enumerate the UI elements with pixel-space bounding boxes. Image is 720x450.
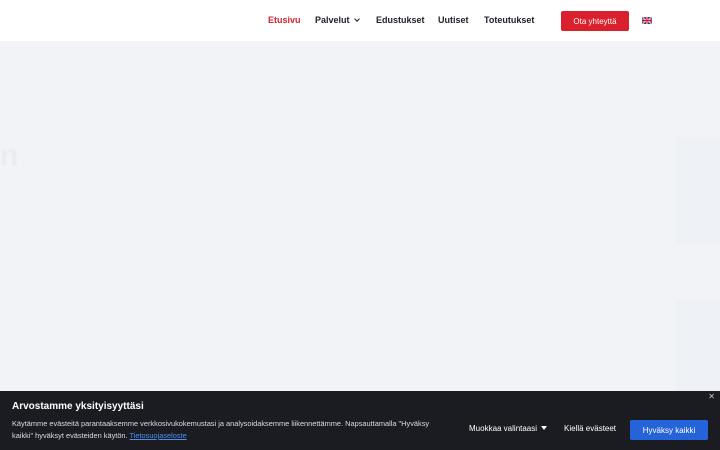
caret-down-icon	[541, 426, 548, 430]
chevron-down-icon	[353, 16, 360, 22]
site-header: Etusivu Palvelut Edustukset Uutiset Tote…	[0, 0, 720, 41]
reject-cookies-button[interactable]: Kiellä evästeet	[564, 424, 616, 433]
cookie-title: Arvostamme yksityisyyttäsi	[12, 401, 144, 412]
hero-section: n	[0, 41, 720, 407]
customize-button-label: Muokkaa valintaasi	[469, 424, 538, 433]
nav-item-etusivu[interactable]: Etusivu	[268, 14, 301, 26]
nav-item-palvelut[interactable]: Palvelut	[315, 14, 360, 26]
accept-all-button[interactable]: Hyväksy kaikki	[630, 420, 708, 440]
cookie-description: Käytämme evästeitä parantaaksemme verkko…	[12, 418, 452, 442]
cookie-description-text: Käytämme evästeitä parantaaksemme verkko…	[12, 419, 430, 440]
nav-item-toteutukset[interactable]: Toteutukset	[484, 14, 534, 26]
contact-button[interactable]: Ota yhteyttä	[561, 11, 629, 31]
hero-faded-panel	[676, 137, 720, 245]
uk-flag-icon[interactable]	[642, 17, 652, 24]
nav-item-palvelut-label: Palvelut	[315, 15, 350, 25]
nav-item-edustukset[interactable]: Edustukset	[376, 14, 425, 26]
privacy-policy-link[interactable]: Tietosuojaseloste	[130, 431, 187, 440]
customize-button[interactable]: Muokkaa valintaasi	[469, 424, 548, 433]
nav-item-uutiset[interactable]: Uutiset	[438, 14, 469, 26]
close-icon[interactable]: ✕	[708, 392, 715, 401]
hero-faded-text: n	[0, 139, 19, 172]
cookie-banner: ✕ Arvostamme yksityisyyttäsi Käytämme ev…	[0, 391, 720, 450]
